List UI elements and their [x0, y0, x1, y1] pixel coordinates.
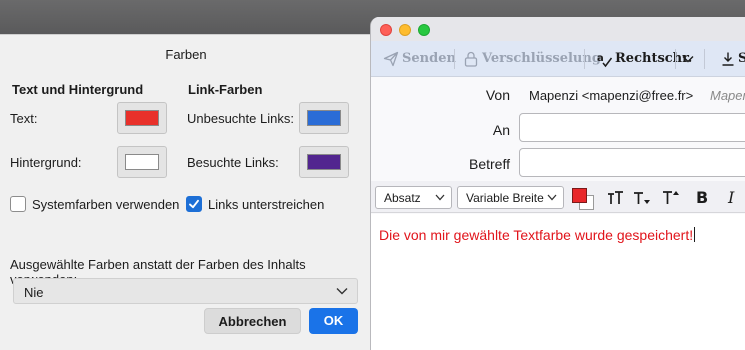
text-color-picker[interactable]	[572, 188, 587, 203]
unvisited-links-label: Unbesuchte Links:	[187, 111, 294, 126]
message-body-text: Die von mir gewählte Textfarbe wurde ges…	[379, 227, 696, 243]
svg-text:B: B	[696, 189, 708, 205]
message-body[interactable]: Die von mir gewählte Textfarbe wurde ges…	[371, 214, 745, 350]
spelling-button[interactable]: Rechtschr.	[615, 51, 692, 66]
paragraph-format-select[interactable]: Absatz	[375, 186, 452, 209]
svg-text:a: a	[597, 53, 604, 64]
unvisited-links-color-button[interactable]	[299, 102, 349, 134]
lock-icon	[464, 51, 478, 67]
paragraph-format-value: Absatz	[384, 191, 421, 205]
toolbar-separator	[454, 49, 455, 69]
background-color-label: Hintergrund:	[10, 155, 82, 170]
compose-titlebar	[371, 17, 745, 41]
from-label: Von	[485, 87, 510, 103]
close-window-button[interactable]	[380, 24, 392, 36]
text-cursor	[694, 227, 696, 242]
to-field[interactable]	[519, 113, 745, 142]
chevron-down-icon[interactable]	[682, 55, 694, 63]
text-color-button[interactable]	[117, 102, 167, 134]
compose-toolbar: Senden Verschlüsselung a Rechtschr. S	[371, 41, 745, 77]
from-identity-hint: Mapenzi	[710, 88, 745, 103]
font-larger-icon[interactable]	[662, 189, 680, 206]
save-button[interactable]: S	[738, 51, 745, 66]
text-color-label: Text:	[10, 111, 38, 126]
visited-links-color-button[interactable]	[299, 146, 349, 178]
colors-dialog: Farben Text und Hintergrund Link-Farben …	[0, 34, 372, 350]
toolbar-separator	[584, 49, 585, 69]
text-background-heading: Text und Hintergrund	[12, 82, 144, 97]
chevron-down-icon	[547, 194, 557, 201]
chevron-down-icon	[336, 288, 348, 295]
background-color-swatch	[125, 154, 159, 170]
font-smaller-icon[interactable]	[633, 190, 651, 206]
override-colors-value: Nie	[24, 285, 44, 300]
send-icon	[383, 51, 399, 67]
system-colors-label: Systemfarben verwenden	[32, 197, 180, 212]
underline-links-label: Links unterstreichen	[208, 197, 325, 212]
formatting-toolbar: Absatz Variable Breite B I	[371, 181, 745, 213]
spellcheck-icon: a	[597, 53, 613, 68]
to-label: An	[492, 122, 510, 138]
underline-links-checkbox[interactable]	[186, 196, 202, 212]
chevron-down-icon	[435, 194, 445, 201]
override-colors-select[interactable]: Nie	[13, 278, 358, 304]
dialog-title: Farben	[165, 47, 207, 62]
svg-text:I: I	[727, 189, 735, 205]
italic-icon[interactable]: I	[726, 189, 738, 205]
download-icon	[722, 52, 734, 66]
unvisited-links-swatch	[307, 110, 341, 126]
toolbar-separator	[675, 49, 676, 69]
send-button[interactable]: Senden	[402, 51, 456, 66]
ok-button[interactable]: OK	[309, 308, 358, 334]
compose-window: Senden Verschlüsselung a Rechtschr. S Vo…	[370, 17, 745, 350]
zoom-window-button[interactable]	[418, 24, 430, 36]
checkmark-icon	[189, 199, 199, 209]
toolbar-separator	[704, 49, 705, 69]
font-size-icon[interactable]	[607, 190, 625, 206]
from-select[interactable]: Mapenzi <mapenzi@free.fr>	[529, 88, 693, 103]
background-color-button[interactable]	[117, 146, 167, 178]
font-value: Variable Breite	[466, 191, 544, 205]
visited-links-swatch	[307, 154, 341, 170]
subject-label: Betreff	[469, 156, 510, 172]
cancel-button[interactable]: Abbrechen	[204, 308, 301, 334]
link-colors-heading: Link-Farben	[188, 82, 263, 97]
message-body-content: Die von mir gewählte Textfarbe wurde ges…	[379, 227, 694, 243]
system-colors-checkbox[interactable]	[10, 196, 26, 212]
minimize-window-button[interactable]	[399, 24, 411, 36]
font-select[interactable]: Variable Breite	[457, 186, 564, 209]
visited-links-label: Besuchte Links:	[187, 155, 279, 170]
text-color-swatch	[125, 110, 159, 126]
subject-field[interactable]	[519, 148, 745, 177]
bold-icon[interactable]: B	[695, 189, 709, 205]
